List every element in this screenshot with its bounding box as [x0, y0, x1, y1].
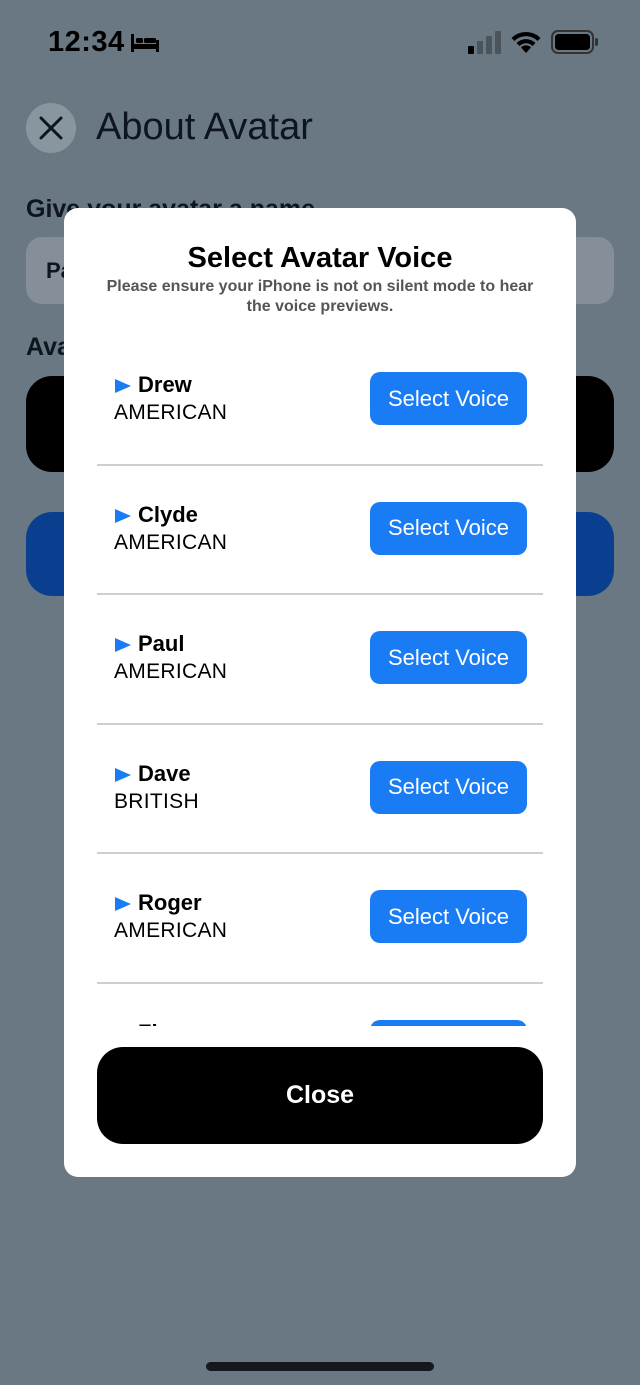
play-icon[interactable] [114, 508, 132, 524]
voice-row: Dave BRITISH Select Voice [97, 725, 543, 854]
select-voice-modal: Select Avatar Voice Please ensure your i… [64, 208, 576, 1177]
voice-name: Fi [138, 1020, 158, 1027]
wifi-icon [511, 31, 541, 53]
voice-name: Drew [138, 372, 192, 397]
close-button[interactable]: Close [97, 1047, 543, 1144]
background-page-title: About Avatar [96, 106, 313, 148]
play-icon[interactable] [114, 637, 132, 653]
select-voice-button[interactable]: Select Voice [370, 760, 527, 814]
play-icon[interactable] [114, 378, 132, 394]
select-voice-button[interactable]: Select Voice [370, 631, 527, 684]
play-icon[interactable] [114, 1026, 132, 1027]
voice-accent: AMERICAN [114, 660, 228, 683]
voice-accent: BRITISH [114, 789, 199, 813]
voice-name: Dave [138, 760, 191, 786]
play-icon[interactable] [114, 896, 132, 912]
voice-row: Clyde AMERICAN Select Voice [97, 466, 543, 595]
select-voice-button[interactable]: Select Voice [370, 501, 527, 555]
cellular-signal-icon [468, 31, 501, 54]
status-time: 12:34 [48, 26, 125, 58]
status-bar: 12:34 [0, 0, 640, 90]
voice-accent: AMERICAN [114, 530, 228, 554]
select-voice-button[interactable] [370, 1019, 527, 1026]
voice-name: Clyde [138, 501, 198, 527]
select-voice-button[interactable]: Select Voice [370, 372, 527, 425]
voice-name: Roger [138, 890, 202, 915]
voice-row: Roger AMERICAN Select Voice [97, 854, 543, 984]
voice-list[interactable]: Drew AMERICAN Select Voice Clyde AMERICA… [97, 336, 543, 1026]
home-indicator[interactable] [206, 1362, 434, 1371]
voice-row: Fi [97, 984, 543, 1027]
close-icon [39, 116, 63, 140]
modal-title: Select Avatar Voice [187, 242, 453, 274]
voice-accent: AMERICAN [114, 401, 228, 424]
voice-accent: AMERICAN [114, 919, 228, 942]
bed-icon [131, 34, 159, 52]
background-close-button [26, 103, 76, 153]
voice-row: Drew AMERICAN Select Voice [97, 336, 543, 466]
play-icon[interactable] [114, 767, 132, 783]
modal-subtitle: Please ensure your iPhone is not on sile… [106, 278, 534, 315]
voice-name: Paul [138, 631, 185, 656]
select-voice-button[interactable]: Select Voice [370, 890, 527, 943]
battery-icon [551, 30, 598, 54]
voice-row: Paul AMERICAN Select Voice [97, 595, 543, 725]
